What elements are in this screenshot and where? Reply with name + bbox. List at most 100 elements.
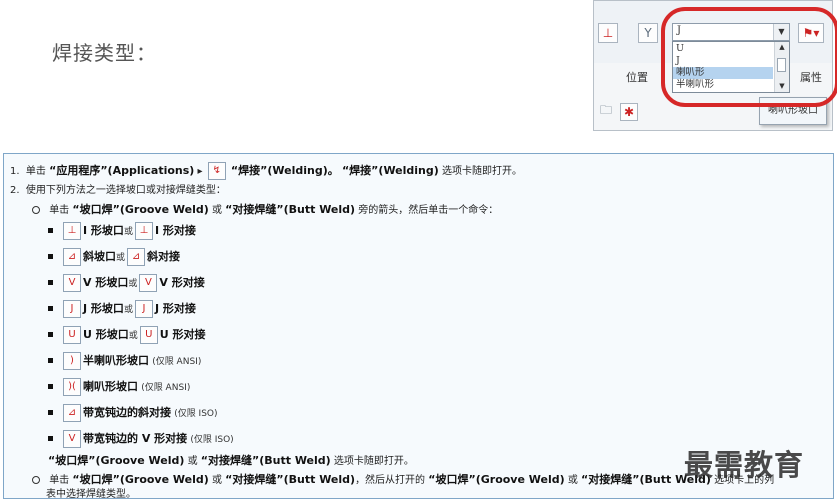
method-2-cont: 表中选择焊缝类型。 (46, 485, 136, 500)
weld-item: ⊿ 斜坡口或 ⊿ 斜对接 (48, 248, 180, 266)
or-text: 或 (567, 475, 578, 486)
step-text: 旁的箭头，然后单击一个命令： (358, 205, 499, 216)
folder-icon[interactable]: 🗀 (596, 101, 616, 121)
or-text: 或 (128, 279, 138, 289)
item-label[interactable]: 斜对接 (147, 250, 180, 263)
step-text: 单击 (49, 205, 70, 216)
item-label[interactable]: 带宽钝边的斜对接 (83, 406, 171, 419)
item-label[interactable]: 带宽钝边的 V 形对接 (83, 432, 187, 445)
weld-item: ⊿ 带宽钝边的斜对接 (仅限 ISO) (48, 404, 218, 422)
step-number: 2. (10, 185, 20, 196)
or-text: 或 (211, 475, 222, 486)
v-groove-icon: V (63, 274, 81, 292)
item-label[interactable]: 喇叭形坡口 (83, 380, 138, 393)
weld-item: VV 形坡口或 V V 形对接 (48, 274, 205, 292)
item-label[interactable]: I 形坡口 (83, 224, 124, 237)
half-flare-icon: ) (63, 352, 81, 370)
tooltip: 喇叭形坡口 (759, 97, 827, 125)
welding-icon: ↯ (207, 162, 226, 180)
weld-type-button[interactable]: ⊥ (598, 23, 618, 43)
item-label[interactable]: 斜坡口 (83, 250, 116, 263)
or-text: 或 (128, 331, 138, 341)
bullet-icon (48, 357, 53, 363)
bullet-icon (48, 383, 53, 389)
item-label[interactable]: I 形对接 (155, 224, 196, 237)
combo-value: J (677, 25, 682, 36)
bullet-icon (48, 409, 53, 415)
step-text: 选项卡随即打开。 (441, 166, 522, 177)
dropdown-item-selected[interactable]: 喇叭形 (673, 67, 773, 79)
bullet-icon (48, 331, 53, 337)
watermark-logo: 最需教育 (684, 448, 805, 482)
u-butt-icon: U (139, 326, 158, 344)
item-note: (仅限 ISO) (190, 435, 234, 445)
dropdown-scrollbar[interactable]: ▲ ▼ (774, 42, 789, 92)
after-line: “坡口焊”(Groove Weld) 或 “对接焊缝”(Butt Weld) 选… (48, 452, 414, 468)
bullet-icon (48, 279, 53, 285)
bullet-icon (48, 227, 53, 233)
item-label[interactable]: J 形对接 (155, 302, 196, 315)
butt-weld-link[interactable]: “对接焊缝”(Butt Weld) (225, 203, 355, 216)
dropdown-item[interactable]: U (673, 43, 773, 55)
weld-type-combo[interactable]: J ▼ (672, 23, 790, 41)
groove-weld-link[interactable]: “坡口焊”(Groove Weld) (72, 203, 208, 216)
or-text: 或 (116, 253, 126, 263)
step-text: 单击 (25, 166, 46, 177)
step-text: 使用下列方法之一选择坡口或对接焊缝类型： (25, 185, 226, 196)
applications-link[interactable]: “应用程序”(Applications) (49, 164, 194, 177)
step-text: 表中选择焊缝类型。 (46, 489, 136, 500)
or-text: 或 (187, 456, 198, 467)
i-butt-icon: ⊥ (134, 222, 153, 240)
chevron-down-icon[interactable]: ▼ (773, 24, 789, 40)
j-groove-icon: J (63, 300, 81, 318)
step-text: ，然后从打开的 (355, 475, 426, 486)
welding-link[interactable]: “焊接”(Welding)。 (231, 164, 339, 177)
weld-item: ⊥ I 形坡口或 ⊥ I 形对接 (48, 222, 196, 240)
item-note: (仅限 ANSI) (152, 357, 202, 367)
star-icon[interactable]: ✱ (620, 103, 638, 121)
groove-weld-button[interactable]: Y (638, 23, 658, 43)
weld-item: ) 半喇叭形坡口 (仅限 ANSI) (48, 352, 201, 370)
scroll-thumb[interactable] (777, 58, 786, 72)
welding-tab-name: “焊接”(Welding) (341, 164, 439, 177)
step-text: 选项卡随即打开。 (333, 456, 414, 467)
v-butt-icon: V (139, 274, 158, 292)
bevel-broad-root-icon: ⊿ (63, 404, 81, 422)
bevel-groove-icon: ⊿ (63, 248, 81, 266)
u-groove-icon: U (63, 326, 81, 344)
weld-item: UU 形坡口或 U U 形对接 (48, 326, 206, 344)
weld-type-dropdown[interactable]: U J 喇叭形 半喇叭形 ▲ ▼ (672, 41, 790, 93)
bullet-icon (48, 305, 53, 311)
weld-item: )(喇叭形坡口 (仅限 ANSI) (48, 378, 190, 396)
bullet-icon (48, 435, 53, 441)
dropdown-item[interactable]: J (673, 55, 773, 67)
scroll-down-icon[interactable]: ▼ (775, 81, 789, 92)
step-2: 2. 使用下列方法之一选择坡口或对接焊缝类型： (10, 181, 226, 196)
section-heading: 焊接类型： (52, 41, 157, 65)
ribbon-screenshot: ⊥ Y J ▼ U J 喇叭形 半喇叭形 ▲ ▼ ⚑▾ 位置 属性 🗀 ✱ 喇叭… (593, 0, 833, 131)
item-label[interactable]: U 形对接 (160, 328, 206, 341)
step-number: 1. (10, 166, 20, 177)
circle-bullet-icon (32, 475, 40, 484)
item-label[interactable]: V 形对接 (159, 276, 204, 289)
butt-weld-link[interactable]: “对接焊缝”(Butt Weld) (225, 473, 355, 486)
flag-icon[interactable]: ⚑▾ (798, 23, 824, 43)
item-label[interactable]: J 形坡口 (83, 302, 124, 315)
or-text: 或 (211, 205, 222, 216)
group-label-position: 位置 (626, 71, 648, 84)
groove-weld-tab-name: “坡口焊”(Groove Weld) (428, 473, 565, 486)
scroll-up-icon[interactable]: ▲ (775, 42, 789, 53)
circle-bullet-icon (32, 205, 40, 214)
item-label[interactable]: V 形坡口 (83, 276, 128, 289)
method-2: 单击 “坡口焊”(Groove Weld) 或 “对接焊缝”(Butt Weld… (32, 471, 774, 487)
butt-weld-tab-name: “对接焊缝”(Butt Weld) (200, 454, 331, 467)
weld-item: JJ 形坡口或 J J 形对接 (48, 300, 196, 318)
item-note: (仅限 ISO) (174, 409, 218, 419)
item-label[interactable]: U 形坡口 (83, 328, 129, 341)
bevel-butt-icon: ⊿ (127, 248, 146, 266)
item-label[interactable]: 半喇叭形坡口 (83, 354, 149, 367)
method-1: 单击 “坡口焊”(Groove Weld) 或 “对接焊缝”(Butt Weld… (32, 201, 498, 217)
group-label-properties: 属性 (800, 71, 822, 84)
bullet-icon (48, 253, 53, 259)
dropdown-item[interactable]: 半喇叭形 (673, 79, 773, 91)
